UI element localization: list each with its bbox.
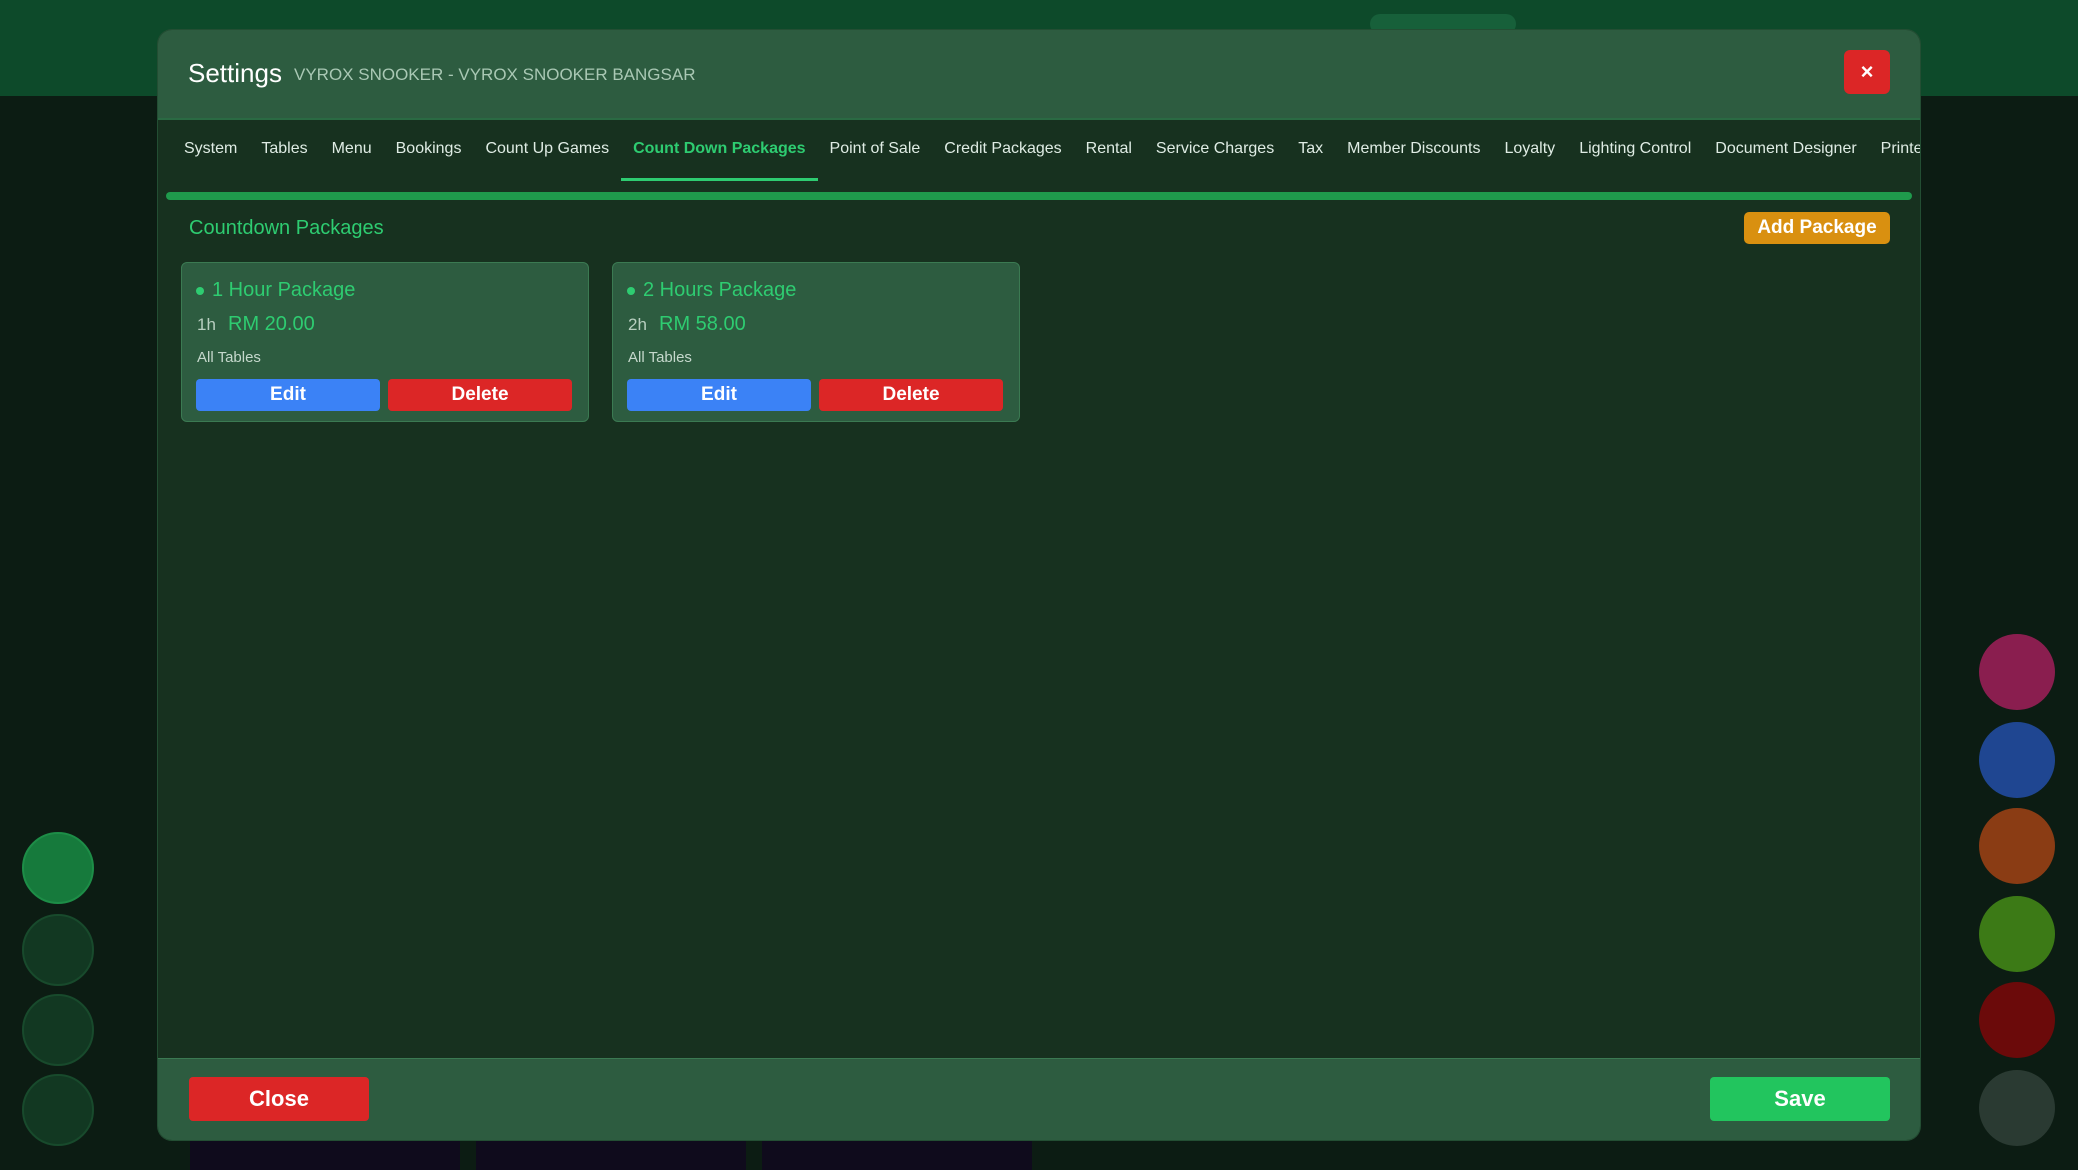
tab-scrollbar[interactable]	[166, 192, 1912, 200]
tab-count-down-packages[interactable]: Count Down Packages	[621, 120, 819, 190]
tab-tax[interactable]: Tax	[1286, 120, 1335, 190]
modal-footer: Close Save	[158, 1058, 1920, 1140]
tab-document-designer[interactable]: Document Designer	[1703, 120, 1868, 190]
background-fab	[1979, 1070, 2055, 1146]
tab-member-discounts[interactable]: Member Discounts	[1335, 120, 1492, 190]
delete-package-button[interactable]: Delete	[388, 379, 572, 411]
status-dot-icon	[627, 286, 635, 295]
settings-tab-bar: System Tables Menu Bookings Count Up Games Co…	[158, 120, 1920, 200]
add-package-button[interactable]: Add Package	[1744, 212, 1890, 244]
tab-menu[interactable]: Menu	[320, 120, 384, 190]
package-duration: 2h	[628, 315, 647, 334]
package-card: 2 Hours Package 2h RM 58.00 All Tables E…	[612, 262, 1020, 422]
close-button[interactable]: Close	[189, 1077, 369, 1121]
background-fab	[22, 832, 94, 904]
edit-package-button[interactable]: Edit	[627, 379, 811, 411]
background-card	[762, 1140, 1032, 1170]
delete-package-button[interactable]: Delete	[819, 379, 1003, 411]
background-fab	[1979, 808, 2055, 884]
modal-title: Settings	[188, 58, 282, 88]
section-title: Countdown Packages	[189, 217, 384, 239]
tab-list: System Tables Menu Bookings Count Up Games Co…	[172, 120, 1920, 190]
status-dot-icon	[196, 286, 204, 295]
tab-bookings[interactable]: Bookings	[384, 120, 474, 190]
close-icon: ×	[1860, 59, 1874, 84]
package-name-label: 1 Hour Package	[212, 279, 356, 301]
package-duration: 1h	[197, 315, 216, 334]
package-name: 2 Hours Package	[627, 279, 796, 302]
background-card	[190, 1140, 460, 1170]
package-card: 1 Hour Package 1h RM 20.00 All Tables Ed…	[181, 262, 589, 422]
tab-system[interactable]: System	[172, 120, 249, 190]
tab-rental[interactable]: Rental	[1074, 120, 1144, 190]
close-modal-button[interactable]: ×	[1844, 50, 1890, 94]
package-price: RM 20.00	[228, 313, 315, 335]
package-tables: All Tables	[628, 349, 692, 366]
background-fab	[1979, 634, 2055, 710]
background-fab	[1979, 722, 2055, 798]
background-fab	[22, 994, 94, 1066]
tab-loyalty[interactable]: Loyalty	[1492, 120, 1567, 190]
package-name: 1 Hour Package	[196, 279, 355, 302]
package-name-label: 2 Hours Package	[643, 279, 797, 301]
background-fab	[22, 1074, 94, 1146]
tab-service-charges[interactable]: Service Charges	[1144, 120, 1286, 190]
save-button[interactable]: Save	[1710, 1077, 1890, 1121]
tab-tables[interactable]: Tables	[249, 120, 319, 190]
edit-package-button[interactable]: Edit	[196, 379, 380, 411]
background-fab	[1979, 982, 2055, 1058]
package-tables: All Tables	[197, 349, 261, 366]
background-fab	[1979, 896, 2055, 972]
settings-modal: Settings VYROX SNOOKER - VYROX SNOOKER B…	[158, 30, 1920, 1140]
tab-count-up-games[interactable]: Count Up Games	[473, 120, 621, 190]
background-fab	[22, 914, 94, 986]
tab-lighting-control[interactable]: Lighting Control	[1567, 120, 1703, 190]
tab-credit-packages[interactable]: Credit Packages	[932, 120, 1073, 190]
tab-point-of-sale[interactable]: Point of Sale	[818, 120, 933, 190]
modal-header: Settings VYROX SNOOKER - VYROX SNOOKER B…	[158, 30, 1920, 120]
background-card	[476, 1140, 746, 1170]
tab-printers[interactable]: Printers	[1869, 120, 1920, 190]
modal-subtitle: VYROX SNOOKER - VYROX SNOOKER BANGSAR	[294, 65, 696, 84]
package-price: RM 58.00	[659, 313, 746, 335]
